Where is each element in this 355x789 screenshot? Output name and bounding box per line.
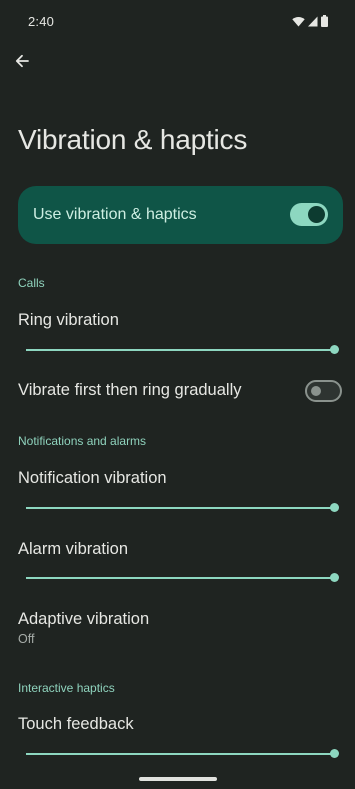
ring-vibration-title: Ring vibration [18,311,119,329]
section-header-interactive: Interactive haptics [18,681,115,695]
switch-knob [308,206,325,223]
touch-feedback-slider[interactable] [26,749,339,759]
use-vibration-toggle-row[interactable]: Use vibration & haptics [18,186,343,244]
page-title: Vibration & haptics [18,124,248,155]
notification-vibration-title: Notification vibration [18,469,167,487]
adaptive-vibration-summary: Off [18,632,35,646]
vibrate-first-title[interactable]: Vibrate first then ring gradually [18,381,241,400]
arrow-back-icon [15,54,29,73]
touch-feedback-title: Touch feedback [18,715,134,733]
home-gesture-bar[interactable] [139,777,217,781]
vibrate-first-switch[interactable] [305,380,342,402]
slider-track [26,349,334,351]
cell-signal-icon [308,14,318,32]
alarm-vibration-slider[interactable] [26,573,339,583]
alarm-vibration-title: Alarm vibration [18,540,129,558]
wifi-icon [292,14,305,32]
back-button[interactable] [8,49,36,77]
status-icons [292,14,328,32]
status-bar: 2:40 [0,0,355,42]
use-vibration-switch[interactable] [290,203,328,226]
ring-vibration-slider[interactable] [26,345,339,355]
slider-thumb[interactable] [330,503,339,512]
slider-track [26,753,334,755]
notification-vibration-slider[interactable] [26,503,339,513]
slider-track [26,577,334,579]
status-time: 2:40 [28,14,55,29]
slider-track [26,507,334,509]
settings-screen: 2:40 Vibration & haptics Use vibration &… [0,0,355,789]
slider-thumb[interactable] [330,749,339,758]
switch-knob [311,386,321,396]
slider-thumb[interactable] [330,345,339,354]
section-header-calls: Calls [18,276,45,290]
battery-icon [321,14,328,32]
section-header-notifications: Notifications and alarms [18,434,147,448]
use-vibration-label: Use vibration & haptics [33,206,197,223]
slider-thumb[interactable] [330,573,339,582]
adaptive-vibration-title[interactable]: Adaptive vibration [18,610,149,629]
